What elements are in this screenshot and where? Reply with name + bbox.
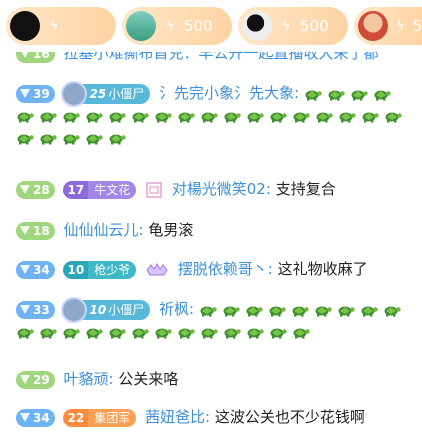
gift-box-icon <box>146 181 162 198</box>
turtle-emote-icon <box>328 90 345 100</box>
turtle-emote-icon <box>338 306 355 316</box>
turtle-emote-icon <box>17 112 34 122</box>
user-level-badge: 39 <box>16 84 55 103</box>
turtle-emote-icon <box>293 112 310 122</box>
turtle-emote-icon <box>362 112 379 122</box>
rank-pill-4[interactable]: ϟ 5 <box>354 7 422 45</box>
turtle-emote-icon <box>40 112 57 122</box>
turtle-emote-icon <box>63 134 80 144</box>
fan-medal[interactable]: 17 牛文花 <box>63 180 137 199</box>
message-text: 这波公关也不少花钱啊 <box>214 408 365 426</box>
turtle-emote-icon <box>224 328 241 338</box>
turtle-emote-icon <box>374 90 391 100</box>
turtle-emote-icon <box>63 328 80 338</box>
turtle-emote-icon <box>247 112 264 122</box>
user-level-badge: 33 <box>16 300 55 319</box>
lightning-icon: ϟ <box>49 18 59 34</box>
gift-leaderboard-bar: ϟ ϟ 500 ϟ 500 ϟ 5 <box>0 0 422 52</box>
rank-pill-1[interactable]: ϟ <box>6 7 116 45</box>
avatar <box>358 11 388 41</box>
turtle-emote-icon <box>385 112 402 122</box>
guard-avatar <box>61 80 88 107</box>
turtle-emote-icon <box>315 306 332 316</box>
turtle-emote-icon <box>339 112 356 122</box>
chat-message: 28 17 牛文花 对楊光微笑02: 支持复合 <box>16 178 416 200</box>
crown-wings-icon <box>146 262 168 275</box>
turtle-emote-icon <box>86 112 103 122</box>
username[interactable]: 茜妞爸比: <box>145 408 210 426</box>
turtle-emote-icon <box>178 328 195 338</box>
turtle-emote-icon <box>132 112 149 122</box>
username[interactable]: 摆脱依赖哥丶: <box>178 260 273 278</box>
avatar <box>126 11 156 41</box>
turtle-emote-icon <box>86 328 103 338</box>
turtle-emote-icon <box>293 328 310 338</box>
turtle-emote-icon <box>384 306 401 316</box>
lightning-icon: ϟ <box>281 18 291 34</box>
chat-message: 34 10 枪少爷 摆脱依赖哥丶: 这礼物收麻了 <box>16 258 416 280</box>
turtle-emote-icon <box>316 112 333 122</box>
turtle-emote-icon <box>178 112 195 122</box>
gift-count: 500 <box>300 17 329 35</box>
turtle-emote-icon <box>109 134 126 144</box>
message-text: 这礼物收麻了 <box>277 260 368 278</box>
username[interactable]: 祈枫: <box>159 300 194 318</box>
turtle-emote-icon <box>63 112 80 122</box>
user-level-badge: 28 <box>16 180 55 199</box>
username[interactable]: 氵先完小象氵先大象: <box>159 84 299 102</box>
turtle-emote-icon <box>361 306 378 316</box>
chat-message: 33 10 小僵尸 祈枫: <box>16 296 416 342</box>
lightning-icon: ϟ <box>165 18 175 34</box>
turtle-emote-icon <box>305 90 322 100</box>
turtle-emote-icon <box>40 328 57 338</box>
user-level-badge: 18 <box>16 221 55 240</box>
turtle-emote-icon <box>269 306 286 316</box>
username[interactable]: 对楊光微笑02: <box>172 180 271 198</box>
avatar <box>242 11 272 41</box>
gift-count: 500 <box>184 17 213 35</box>
turtle-emote-icon <box>86 134 103 144</box>
guard-avatar <box>61 296 88 323</box>
turtle-emote-icon <box>201 328 218 338</box>
turtle-emote-icon <box>200 306 217 316</box>
turtle-emote-icon <box>247 328 264 338</box>
guard-badge[interactable]: 25 小僵尸 <box>61 80 151 107</box>
rank-pill-2[interactable]: ϟ 500 <box>122 7 232 45</box>
turtle-emote-icon <box>224 112 241 122</box>
turtle-emote-icon <box>223 306 240 316</box>
gift-count: 5 <box>412 17 422 35</box>
username[interactable]: 仙仙仙云儿: <box>63 221 143 239</box>
turtle-emote-icon <box>270 112 287 122</box>
fan-medal[interactable]: 10 枪少爷 <box>63 260 137 279</box>
chat-message: 29 叶貉顽: 公关来咯 <box>16 368 416 390</box>
turtle-emote-icon <box>109 112 126 122</box>
user-level-badge: 29 <box>16 370 55 389</box>
chat-message: 39 25 小僵尸 氵先完小象氵先大象: <box>16 80 416 148</box>
guard-badge[interactable]: 10 小僵尸 <box>61 296 151 323</box>
message-text: 支持复合 <box>275 180 336 198</box>
user-level-badge: 34 <box>16 260 55 279</box>
turtle-emote-icon <box>40 134 57 144</box>
turtle-emote-icon <box>17 134 34 144</box>
turtle-emote-icon <box>132 328 149 338</box>
lightning-icon: ϟ <box>395 18 405 34</box>
message-text: 龟男滚 <box>148 221 194 239</box>
avatar <box>10 11 40 41</box>
rank-pill-3[interactable]: ϟ 500 <box>238 7 348 45</box>
turtle-emote-icon <box>351 90 368 100</box>
message-text: 公关来咯 <box>118 370 179 388</box>
fan-medal[interactable]: 22 集团军 <box>63 408 137 427</box>
turtle-emote-icon <box>109 328 126 338</box>
turtle-emote-icon <box>292 306 309 316</box>
turtle-emote-icon <box>17 328 34 338</box>
turtle-emote-icon <box>201 112 218 122</box>
chat-message: 18 仙仙仙云儿: 龟男滚 <box>16 219 416 241</box>
turtle-emote-icon <box>155 328 172 338</box>
turtle-emote-icon <box>270 328 287 338</box>
turtle-emote-icon <box>155 112 172 122</box>
username[interactable]: 叶貉顽: <box>63 370 113 388</box>
chat-message: 34 22 集团军 茜妞爸比: 这波公关也不少花钱啊 <box>16 406 416 428</box>
user-level-badge: 34 <box>16 408 55 427</box>
turtle-emote-icon <box>246 306 263 316</box>
